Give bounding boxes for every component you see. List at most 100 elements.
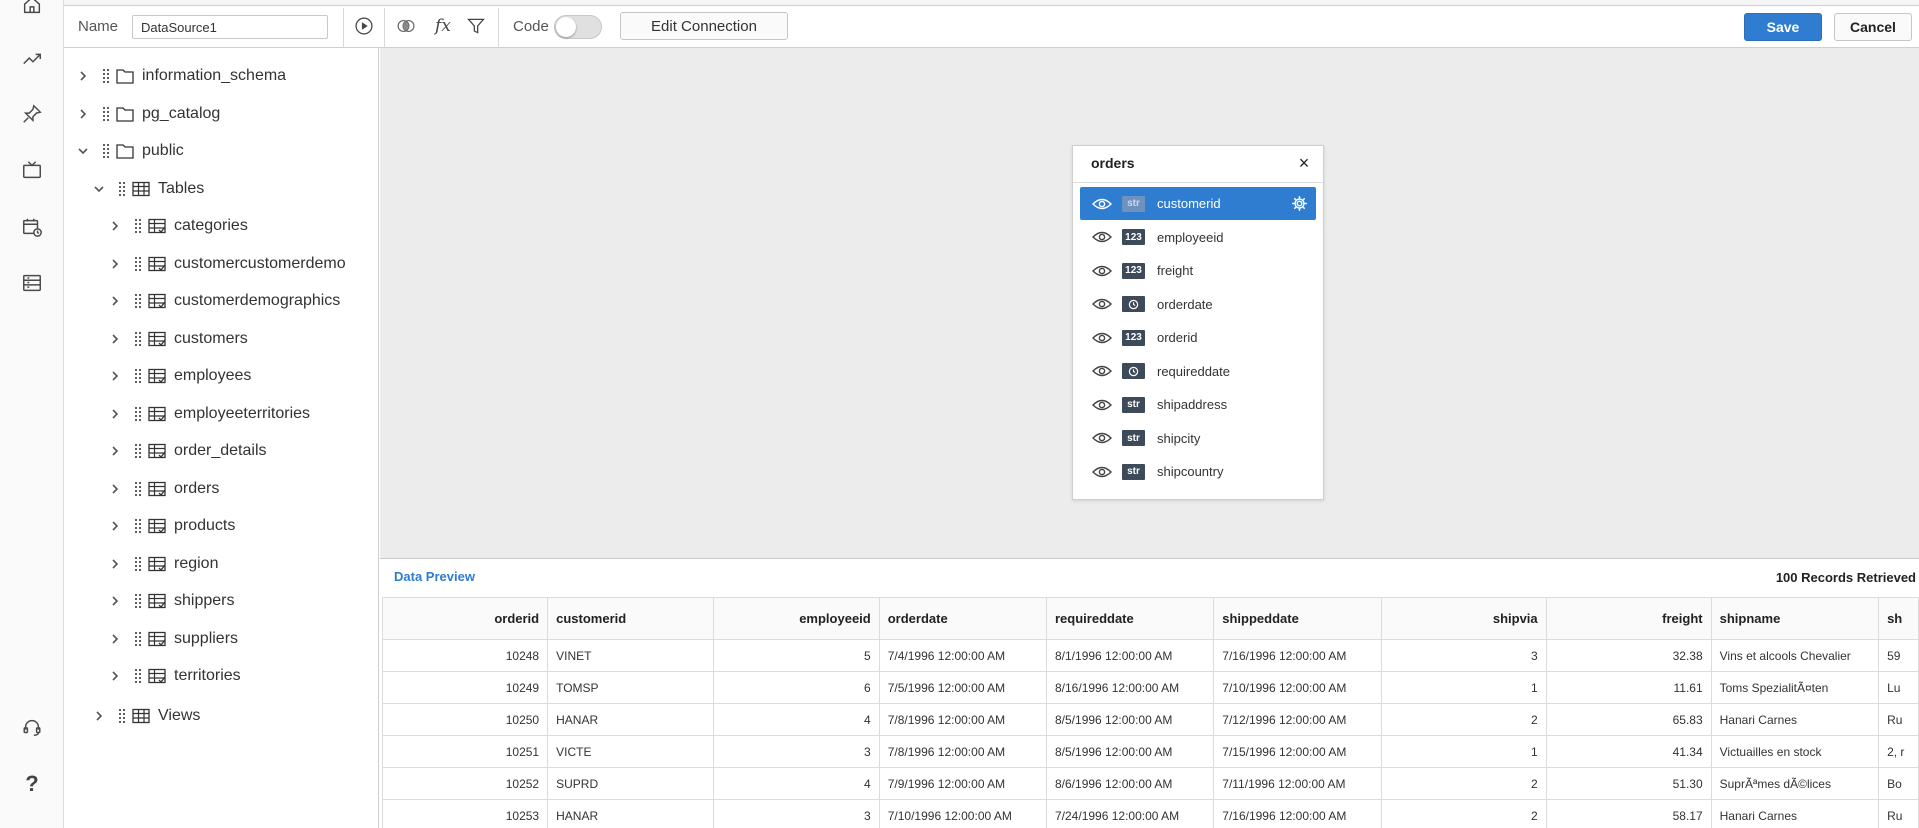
eye-icon[interactable]	[1092, 331, 1112, 345]
tree-node-table[interactable]: categories	[108, 213, 248, 239]
drag-handle-icon[interactable]	[134, 255, 142, 272]
tree-node-table[interactable]: customercustomerdemo	[108, 251, 346, 277]
chevron-down-icon[interactable]	[76, 144, 90, 158]
edit-connection-button[interactable]: Edit Connection	[620, 12, 788, 40]
help-icon[interactable]: ?	[19, 771, 45, 797]
column-header[interactable]: sh	[1878, 597, 1919, 640]
calendar-clock-icon[interactable]	[19, 214, 45, 240]
field-row[interactable]: str customerid	[1080, 187, 1316, 220]
tree-node-table[interactable]: products	[108, 513, 235, 539]
table-row[interactable]: 10248 VINET 5 7/4/1996 12:00:00 AM 8/1/1996 …	[381, 639, 1919, 672]
table-row[interactable]: 10251 VICTE 3 7/8/1996 12:00:00 AM 8/5/1996 …	[381, 735, 1919, 768]
close-icon[interactable]: ×	[1295, 154, 1313, 172]
chevron-right-icon[interactable]	[108, 594, 122, 608]
table-row[interactable]: 10253 HANAR 3 7/10/1996 12:00:00 AM 7/24/199…	[381, 799, 1919, 828]
column-header[interactable]: shippeddate	[1213, 597, 1382, 640]
drag-handle-icon[interactable]	[134, 405, 142, 422]
chevron-right-icon[interactable]	[108, 444, 122, 458]
table-row[interactable]: 10249 TOMSP 6 7/5/1996 12:00:00 AM 8/16/1996…	[381, 671, 1919, 704]
chevron-right-icon[interactable]	[92, 709, 106, 723]
tree-node-views[interactable]: Views	[92, 703, 200, 729]
drag-handle-icon[interactable]	[118, 708, 126, 724]
chevron-right-icon[interactable]	[108, 294, 122, 308]
tv-icon[interactable]	[19, 157, 45, 183]
chevron-right-icon[interactable]	[108, 369, 122, 383]
field-row[interactable]: 123 freight	[1080, 254, 1316, 287]
chevron-right-icon[interactable]	[76, 107, 90, 121]
eye-icon[interactable]	[1092, 398, 1112, 412]
trend-icon[interactable]	[19, 46, 45, 72]
column-header[interactable]: freight	[1545, 597, 1712, 640]
pin-icon[interactable]	[19, 101, 45, 127]
drag-handle-icon[interactable]	[134, 480, 142, 497]
home-icon[interactable]	[19, 0, 45, 18]
tree-node-public[interactable]: public	[76, 138, 184, 164]
tree-node-pg-catalog[interactable]: pg_catalog	[76, 101, 220, 127]
drag-handle-icon[interactable]	[134, 368, 142, 384]
column-header[interactable]: requireddate	[1045, 597, 1215, 640]
drag-handle-icon[interactable]	[134, 218, 142, 234]
eye-icon[interactable]	[1092, 364, 1112, 378]
table-row[interactable]: 10252 SUPRD 4 7/9/1996 12:00:00 AM 8/6/1996 …	[381, 767, 1919, 800]
chevron-right-icon[interactable]	[108, 332, 122, 346]
save-button[interactable]: Save	[1744, 13, 1822, 41]
cancel-button[interactable]: Cancel	[1834, 13, 1912, 41]
code-toggle[interactable]	[554, 15, 602, 39]
tree-node-table[interactable]: employees	[108, 363, 251, 389]
drag-handle-icon[interactable]	[134, 555, 142, 572]
eye-icon[interactable]	[1092, 197, 1112, 211]
tree-node-table[interactable]: suppliers	[108, 626, 238, 652]
headset-icon[interactable]	[19, 714, 45, 740]
column-header[interactable]: shipvia	[1380, 597, 1547, 640]
column-header[interactable]: shipname	[1710, 597, 1880, 640]
drag-handle-icon[interactable]	[134, 443, 142, 459]
field-row[interactable]: 123 employeeid	[1080, 221, 1316, 254]
chevron-right-icon[interactable]	[108, 407, 122, 421]
tree-node-table[interactable]: customers	[108, 326, 248, 352]
tree-node-table[interactable]: employeeterritories	[108, 401, 310, 427]
formula-icon[interactable]: fx	[431, 14, 455, 38]
tree-node-tables[interactable]: Tables	[92, 176, 204, 202]
drag-handle-icon[interactable]	[134, 293, 142, 309]
drag-handle-icon[interactable]	[102, 143, 110, 159]
table-row[interactable]: 10250 HANAR 4 7/8/1996 12:00:00 AM 8/5/1996 …	[381, 703, 1919, 736]
column-header[interactable]: orderid	[381, 597, 549, 640]
field-row[interactable]: str shipcity	[1080, 422, 1316, 455]
eye-icon[interactable]	[1092, 230, 1112, 244]
drag-handle-icon[interactable]	[134, 330, 142, 347]
tree-node-table[interactable]: orders	[108, 476, 219, 502]
column-header[interactable]: orderdate	[878, 597, 1048, 640]
column-header[interactable]: employeeid	[712, 597, 880, 640]
drag-handle-icon[interactable]	[134, 630, 142, 647]
eye-icon[interactable]	[1092, 297, 1112, 311]
chevron-down-icon[interactable]	[92, 182, 106, 196]
field-row[interactable]: str shipcountry	[1080, 455, 1316, 488]
tree-node-table[interactable]: customerdemographics	[108, 288, 340, 314]
column-header[interactable]: customerid	[547, 597, 714, 640]
eye-icon[interactable]	[1092, 264, 1112, 278]
filter-icon[interactable]	[464, 14, 488, 38]
drag-handle-icon[interactable]	[134, 593, 142, 609]
tree-node-information-schema[interactable]: information_schema	[76, 63, 286, 89]
chevron-right-icon[interactable]	[108, 482, 122, 496]
tree-node-table[interactable]: territories	[108, 663, 241, 689]
chevron-right-icon[interactable]	[108, 557, 122, 571]
field-row[interactable]: 123 orderid	[1080, 321, 1316, 354]
query-canvas[interactable]: orders × str customerid 123 employeeid 123 fr…	[380, 48, 1919, 558]
drag-handle-icon[interactable]	[118, 181, 126, 197]
eye-icon[interactable]	[1092, 465, 1112, 479]
table-card-orders[interactable]: orders × str customerid 123 employeeid 123 fr…	[1072, 145, 1324, 500]
database-list-icon[interactable]	[19, 270, 45, 296]
chevron-right-icon[interactable]	[108, 257, 122, 271]
drag-handle-icon[interactable]	[102, 68, 110, 84]
field-row[interactable]: str shipaddress	[1080, 388, 1316, 421]
chevron-right-icon[interactable]	[108, 219, 122, 233]
field-row[interactable]: orderdate	[1080, 288, 1316, 321]
tree-node-table[interactable]: shippers	[108, 588, 234, 614]
datasource-name-input[interactable]	[132, 15, 328, 39]
field-row[interactable]: requireddate	[1080, 355, 1316, 388]
drag-handle-icon[interactable]	[134, 668, 142, 684]
chevron-right-icon[interactable]	[108, 669, 122, 683]
tree-node-table[interactable]: region	[108, 551, 218, 577]
chevron-right-icon[interactable]	[76, 69, 90, 83]
